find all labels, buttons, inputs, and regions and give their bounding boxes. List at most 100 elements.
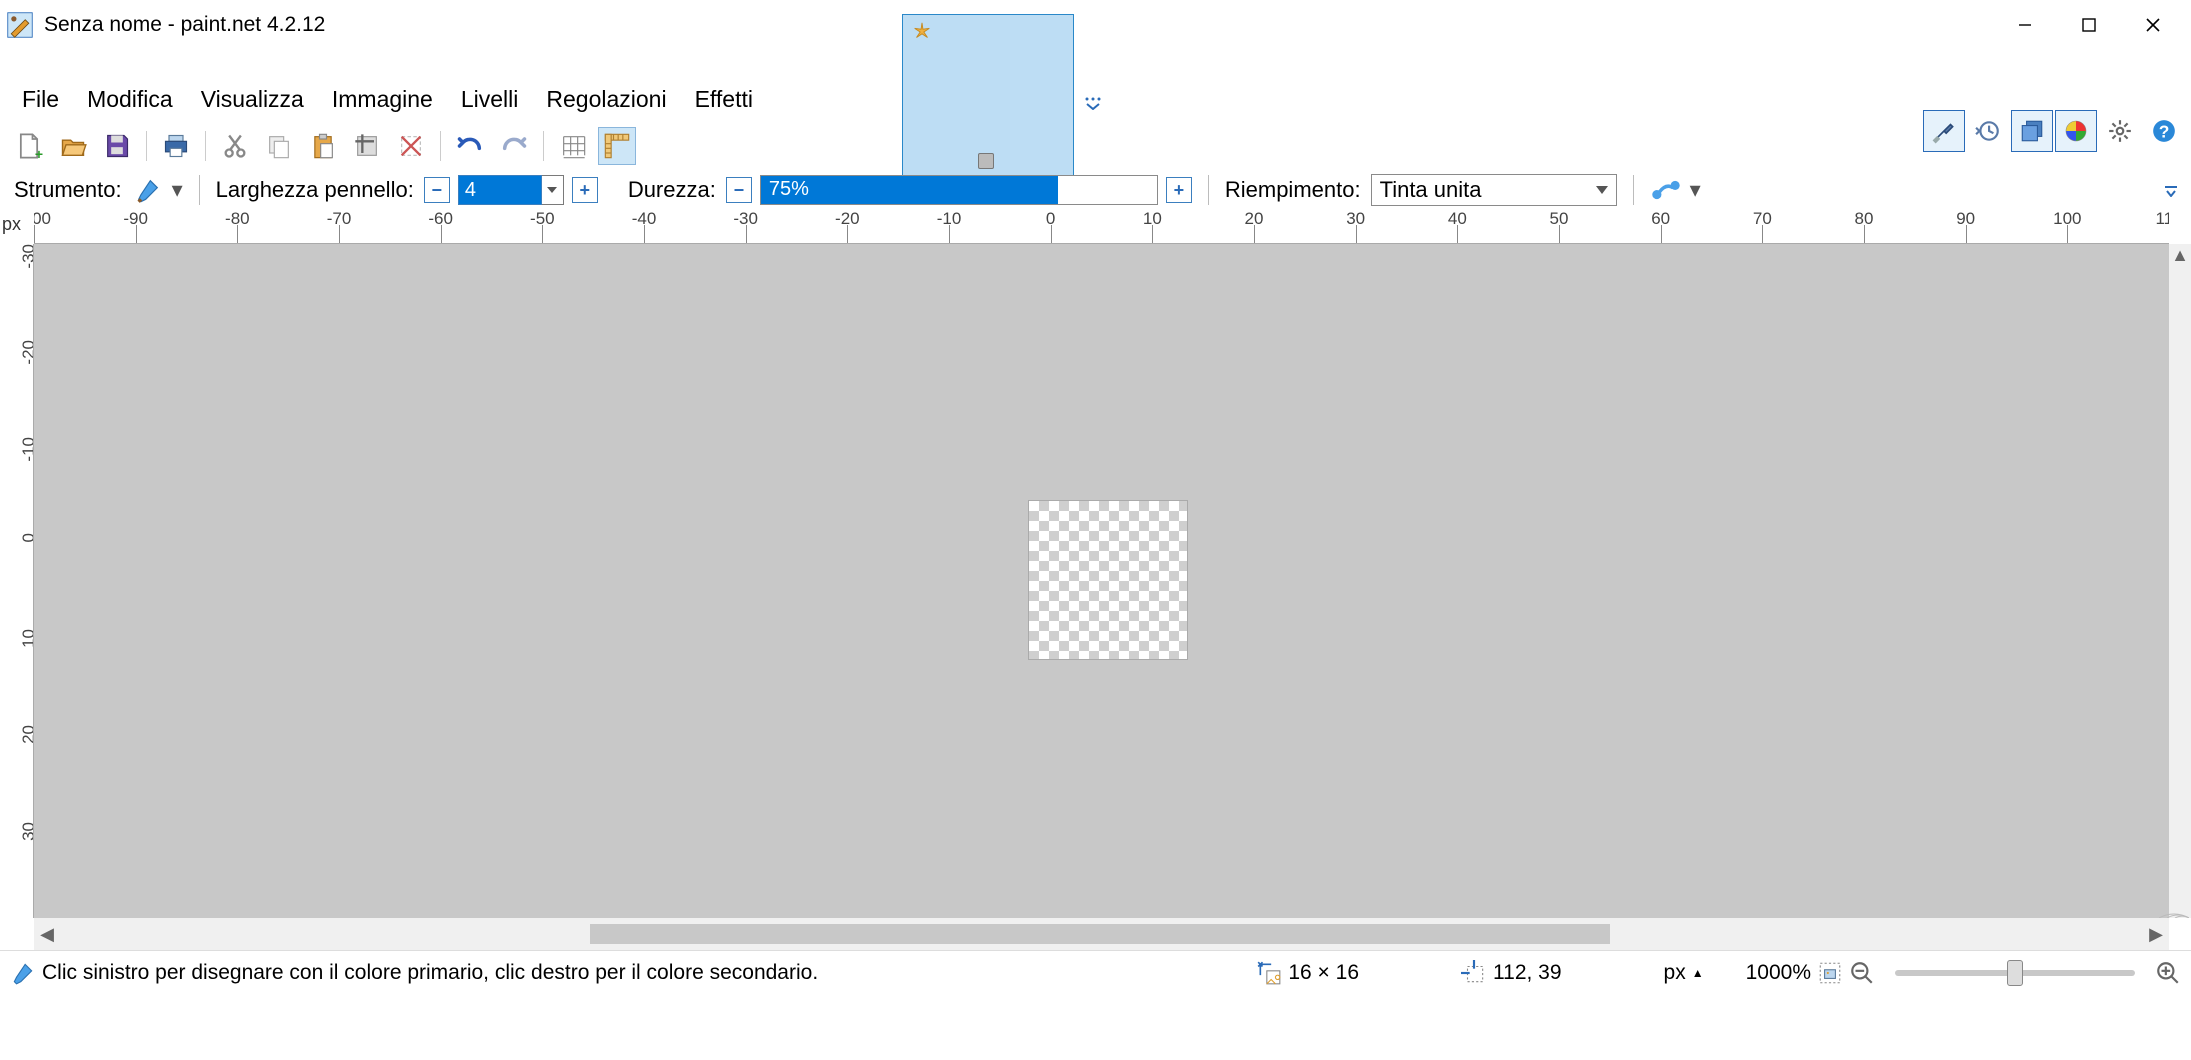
open-file-button[interactable] <box>54 127 92 165</box>
undo-button[interactable] <box>451 127 489 165</box>
vruler-tick-label: -30 <box>19 244 34 284</box>
scroll-up-arrow-icon[interactable]: ▲ <box>2169 244 2191 266</box>
vruler-tick-label: 10 <box>19 629 34 669</box>
minimize-button[interactable] <box>1993 4 2057 46</box>
tool-options-bar: Strumento: ▾ Larghezza pennello: − + Dur… <box>0 168 2191 212</box>
status-image-size: 16 × 16 <box>1288 961 1359 985</box>
brushwidth-input[interactable] <box>458 175 542 205</box>
new-file-button[interactable]: + <box>10 127 48 165</box>
horizontal-ruler: -100-90-80-70-60-50-40-30-20-10010203040… <box>34 212 2169 244</box>
vruler-tick-label: -10 <box>19 437 34 477</box>
hruler-tick-label: 40 <box>1448 212 1467 229</box>
current-tool-paintbrush-icon[interactable] <box>132 175 164 205</box>
window-title: Senza nome - paint.net 4.2.12 <box>44 13 325 37</box>
hruler-tick-label: 10 <box>1143 212 1162 229</box>
menu-immagine[interactable]: Immagine <box>318 80 447 119</box>
scroll-right-arrow-icon[interactable]: ▶ <box>2143 924 2169 945</box>
status-unit-chevron-icon[interactable]: ▲ <box>1692 966 1704 980</box>
canvas-viewport[interactable] <box>34 244 2169 918</box>
colors-window-toggle[interactable] <box>2055 110 2097 152</box>
crop-button[interactable] <box>348 127 386 165</box>
menu-visualizza[interactable]: Visualizza <box>187 80 318 119</box>
scroll-left-arrow-icon[interactable]: ◀ <box>34 924 60 945</box>
save-file-button[interactable] <box>98 127 136 165</box>
copy-button[interactable] <box>260 127 298 165</box>
maximize-button[interactable] <box>2057 4 2121 46</box>
vruler-tick-label: 20 <box>19 725 34 765</box>
tools-window-toggle[interactable] <box>1923 110 1965 152</box>
brushwidth-increase-button[interactable]: + <box>572 177 598 203</box>
vertical-ruler: -30-20-10010203040 <box>0 244 34 918</box>
hardness-label: Durezza: <box>628 177 716 203</box>
image-list-chevron-icon[interactable] <box>1084 94 1102 115</box>
hruler-tick-label: -60 <box>428 212 453 229</box>
hruler-tick-label: 110 <box>2155 212 2169 229</box>
hardness-value: 75% <box>769 178 809 201</box>
hardness-increase-button[interactable]: + <box>1166 177 1192 203</box>
vruler-tick-label: -20 <box>19 340 34 380</box>
menu-modifica[interactable]: Modifica <box>73 80 187 119</box>
hruler-tick-label: 70 <box>1753 212 1772 229</box>
hardness-decrease-button[interactable]: − <box>726 177 752 203</box>
status-zoom-value: 1000% <box>1746 961 1811 985</box>
antialias-icon[interactable] <box>1650 175 1682 205</box>
horizontal-scrollbar[interactable]: ◀ ▶ <box>34 918 2169 950</box>
image-canvas[interactable] <box>1028 500 1188 660</box>
tool-dropdown-chevron-icon[interactable]: ▾ <box>172 177 183 203</box>
vruler-tick-label: 30 <box>19 822 34 862</box>
thumbnail-canvas <box>978 153 994 169</box>
menu-bar: File Modifica Visualizza Immagine Livell… <box>8 80 767 119</box>
hruler-tick-label: -30 <box>733 212 758 229</box>
hruler-tick-label: -90 <box>123 212 148 229</box>
menu-livelli[interactable]: Livelli <box>447 80 533 119</box>
menu-file[interactable]: File <box>8 80 73 119</box>
hruler-tick-label: 100 <box>2053 212 2081 229</box>
close-button[interactable] <box>2121 4 2185 46</box>
hruler-tick-label: 90 <box>1956 212 1975 229</box>
options-overflow-chevron-icon[interactable] <box>2163 177 2179 203</box>
hruler-tick-label: -50 <box>530 212 555 229</box>
unsaved-star-icon <box>911 21 933 43</box>
hruler-tick-label: 80 <box>1855 212 1874 229</box>
hruler-tick-label: 20 <box>1245 212 1264 229</box>
hardness-slider[interactable]: 75% <box>760 175 1158 205</box>
status-unit-label: px <box>1664 961 1686 985</box>
print-button[interactable] <box>157 127 195 165</box>
zoom-in-icon[interactable] <box>2155 960 2181 986</box>
menu-effetti[interactable]: Effetti <box>681 80 767 119</box>
layers-window-toggle[interactable] <box>2011 110 2053 152</box>
zoom-out-icon[interactable] <box>1849 960 1875 986</box>
hruler-tick-label: 60 <box>1651 212 1670 229</box>
cut-button[interactable] <box>216 127 254 165</box>
brushwidth-dropdown-chevron-icon[interactable] <box>542 175 564 205</box>
redo-button[interactable] <box>495 127 533 165</box>
deselect-button[interactable] <box>392 127 430 165</box>
vruler-tick-label: 0 <box>19 533 34 573</box>
grid-toggle-button[interactable] <box>554 127 592 165</box>
zoom-slider[interactable] <box>1895 970 2135 976</box>
app-icon <box>6 11 34 39</box>
horizontal-scroll-thumb[interactable] <box>590 924 1610 944</box>
rulers-toggle-button[interactable] <box>598 127 636 165</box>
antialias-dropdown-chevron-icon[interactable]: ▾ <box>1690 177 1701 203</box>
hruler-tick-label: -70 <box>327 212 352 229</box>
vertical-scrollbar[interactable]: ▲ <box>2169 244 2191 918</box>
status-cursor-position: 112, 39 <box>1493 961 1562 985</box>
zoom-fit-icon[interactable] <box>1817 960 1843 986</box>
settings-button[interactable] <box>2099 110 2141 152</box>
status-tool-paintbrush-icon <box>10 960 36 986</box>
zoom-slider-thumb[interactable] <box>2007 960 2023 986</box>
status-bar: Clic sinistro per disegnare con il color… <box>0 950 2191 994</box>
fill-style-value: Tinta unita <box>1380 177 1482 203</box>
brushwidth-decrease-button[interactable]: − <box>424 177 450 203</box>
hruler-tick-label: -80 <box>225 212 250 229</box>
paste-button[interactable] <box>304 127 342 165</box>
hruler-tick-label: -40 <box>632 212 657 229</box>
menu-regolazioni[interactable]: Regolazioni <box>532 80 680 119</box>
status-hint: Clic sinistro per disegnare con il color… <box>42 961 818 985</box>
image-thumbnail-tab[interactable] <box>902 14 1074 182</box>
help-button[interactable]: ? <box>2143 110 2185 152</box>
fill-style-combo[interactable]: Tinta unita <box>1371 174 1617 206</box>
brushwidth-label: Larghezza pennello: <box>216 177 414 203</box>
history-window-toggle[interactable] <box>1967 110 2009 152</box>
